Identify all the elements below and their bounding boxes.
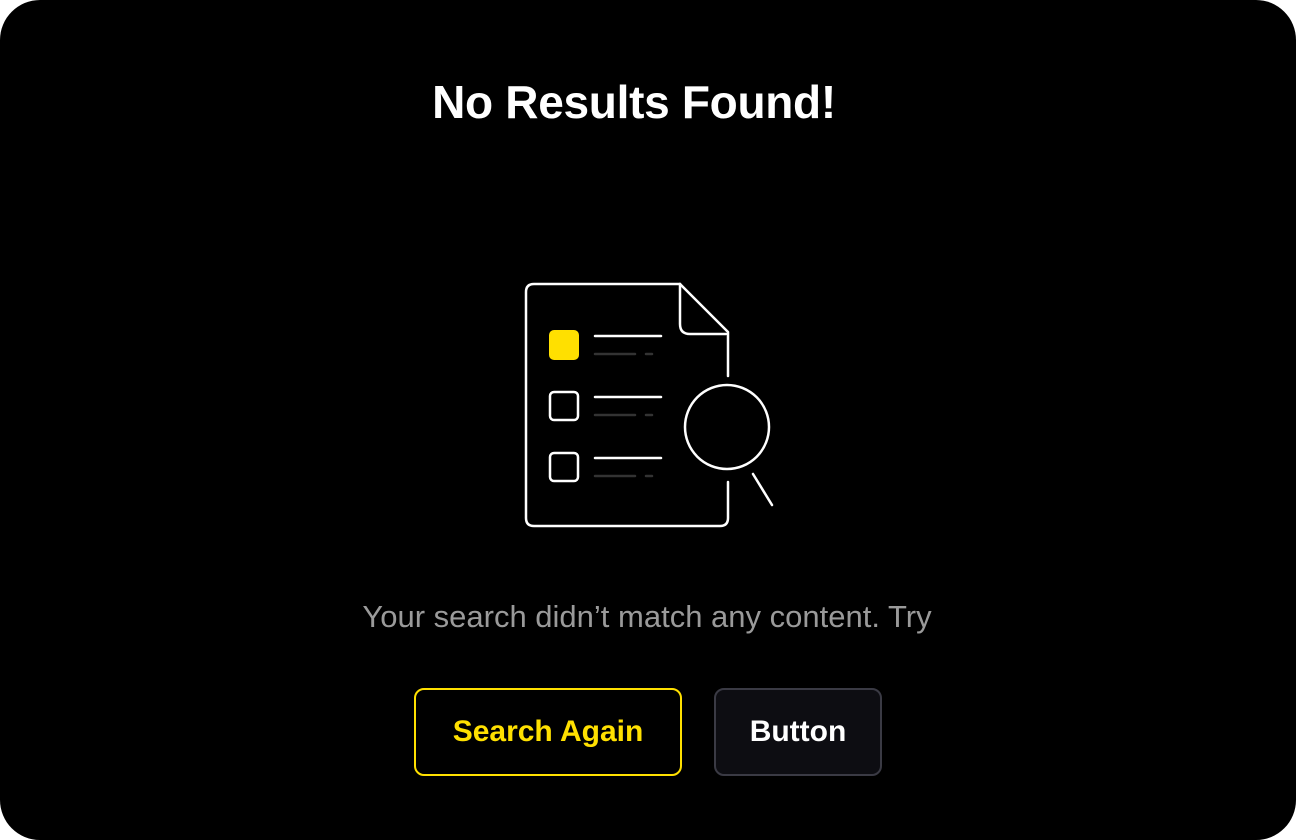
document-search-icon [524,282,774,528]
page-title: No Results Found! [432,76,836,128]
empty-state-card: No Results Found! Your search didn’t mat… [0,0,1296,840]
checklist-item-unchecked [548,390,663,422]
checklist-item-checked [549,330,663,360]
empty-state-message: Your search didn’t match any content. Tr… [362,599,932,634]
search-again-button[interactable]: Search Again [414,688,682,776]
checklist-item-unchecked [548,451,663,483]
secondary-button[interactable]: Button [714,688,882,776]
